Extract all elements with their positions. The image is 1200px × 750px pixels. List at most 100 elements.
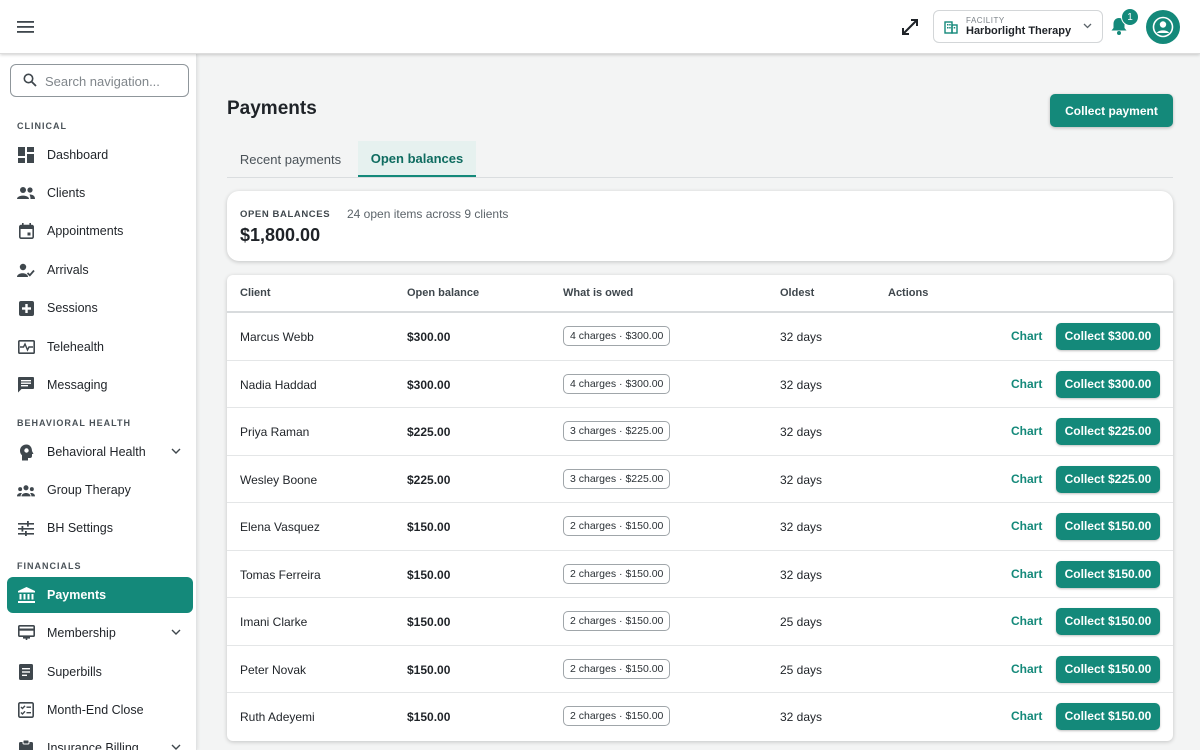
- bank-icon: [17, 586, 35, 604]
- client-name: Ruth Adeyemi: [240, 710, 315, 724]
- people-icon: [17, 184, 35, 202]
- collect-button[interactable]: Collect $150.00: [1056, 703, 1160, 730]
- monitor-pulse-icon: [17, 338, 35, 356]
- sidebar-item-label: Payments: [47, 588, 107, 602]
- chart-link[interactable]: Chart: [1011, 424, 1042, 438]
- search-input[interactable]: [45, 71, 183, 91]
- open-balance: $225.00: [407, 472, 451, 487]
- chevron-down-icon: [171, 448, 181, 454]
- sidebar-item-bh-settings[interactable]: BH Settings: [7, 510, 193, 546]
- sidebar-item-insurance-billing[interactable]: Insurance Billing: [7, 730, 193, 750]
- group-icon: [17, 481, 35, 499]
- collect-button[interactable]: Collect $150.00: [1056, 560, 1160, 588]
- facility-selector[interactable]: FACILITY Harborlight Therapy: [933, 10, 1103, 43]
- open-balance: $225.00: [407, 425, 451, 439]
- summary-amount: $1,800.00: [240, 225, 321, 245]
- sidebar-item-behavioral-health[interactable]: Behavioral Health: [7, 434, 193, 470]
- client-name: Peter Novak: [240, 662, 307, 677]
- chevron-down-icon: [171, 744, 181, 750]
- chart-link[interactable]: Chart: [1011, 614, 1042, 628]
- chart-link[interactable]: Chart: [1011, 662, 1042, 676]
- page-title: Payments: [227, 98, 317, 119]
- sidebar-item-label: Telehealth: [47, 340, 104, 354]
- tab-bar: Recent payments Open balances: [227, 141, 1173, 178]
- chart-link[interactable]: Chart: [1011, 472, 1042, 486]
- clipboard-icon: [17, 739, 35, 750]
- calendar-icon: [17, 222, 35, 240]
- collect-button[interactable]: Collect $300.00: [1056, 370, 1160, 398]
- sidebar-item-membership[interactable]: Membership: [7, 615, 193, 651]
- chart-link[interactable]: Chart: [1011, 329, 1042, 343]
- sidebar-item-label: Clients: [47, 186, 86, 200]
- collect-button[interactable]: Collect $150.00: [1056, 608, 1160, 635]
- document-icon: [17, 663, 35, 681]
- open-balance: $300.00: [407, 330, 451, 344]
- sidebar-item-payments[interactable]: Payments: [7, 577, 193, 613]
- client-name: Wesley Boone: [240, 472, 318, 487]
- navigation-search[interactable]: [10, 64, 189, 97]
- client-name: Elena Vasquez: [240, 520, 320, 534]
- client-name: Imani Clarke: [240, 615, 308, 629]
- chart-link[interactable]: Chart: [1011, 709, 1042, 723]
- sidebar-item-label: Membership: [47, 626, 116, 640]
- sidebar-item-group-therapy[interactable]: Group Therapy: [7, 472, 193, 508]
- tab-open-balances[interactable]: Open balances: [358, 141, 476, 177]
- user-avatar[interactable]: [1146, 10, 1180, 44]
- sidebar-item-dashboard[interactable]: Dashboard: [7, 137, 193, 173]
- sidebar-item-telehealth[interactable]: Telehealth: [7, 329, 193, 365]
- charges-chip: 4 charges · $300.00: [563, 326, 671, 346]
- collect-button[interactable]: Collect $150.00: [1056, 655, 1160, 683]
- collect-payment-button[interactable]: Collect payment: [1050, 94, 1173, 127]
- section-label-financials: FINANCIALS: [17, 561, 82, 571]
- charges-chip: 2 charges · $150.00: [563, 563, 671, 584]
- chevron-down-icon: [171, 629, 181, 635]
- table-row: Elena Vasquez $150.00 2 charges · $150.0…: [227, 503, 1173, 551]
- sidebar-item-sessions[interactable]: Sessions: [7, 290, 193, 326]
- charges-chip: 3 charges · $225.00: [563, 421, 671, 441]
- open-balance: $150.00: [407, 615, 451, 629]
- sidebar-item-appointments[interactable]: Appointments: [7, 213, 193, 249]
- collect-button[interactable]: Collect $225.00: [1056, 418, 1160, 445]
- column-header-actions: Actions: [888, 287, 929, 299]
- oldest-age: 32 days: [780, 425, 823, 439]
- charges-chip: 4 charges · $300.00: [563, 373, 671, 394]
- collect-button[interactable]: Collect $150.00: [1056, 513, 1160, 540]
- sidebar-item-superbills[interactable]: Superbills: [7, 654, 193, 690]
- table-header: Client Open balance What is owed Oldest …: [227, 275, 1173, 313]
- hamburger-menu-button[interactable]: [14, 15, 38, 39]
- sidebar-item-month-end-close[interactable]: Month-End Close: [7, 692, 193, 728]
- tab-recent-payments[interactable]: Recent payments: [227, 141, 354, 177]
- search-icon: [23, 73, 37, 87]
- chart-link[interactable]: Chart: [1011, 377, 1042, 391]
- sidebar-item-label: Messaging: [47, 378, 108, 392]
- notification-count-badge: 1: [1121, 8, 1139, 26]
- open-balance: $150.00: [407, 662, 451, 677]
- sidebar-item-label: Arrivals: [47, 263, 89, 277]
- chart-link[interactable]: Chart: [1011, 519, 1042, 533]
- oldest-age: 32 days: [780, 567, 823, 582]
- sidebar-item-arrivals[interactable]: Arrivals: [7, 252, 193, 288]
- oldest-age: 32 days: [780, 330, 823, 344]
- sidebar-item-label: Dashboard: [47, 148, 109, 162]
- open-balance: $300.00: [407, 377, 451, 392]
- collect-button[interactable]: Collect $225.00: [1056, 465, 1160, 493]
- sidebar-item-label: Superbills: [47, 665, 102, 679]
- collect-button[interactable]: Collect $300.00: [1056, 323, 1160, 350]
- building-icon: [944, 21, 958, 34]
- section-label-clinical: CLINICAL: [17, 121, 67, 131]
- table-row: Priya Raman $225.00 3 charges · $225.00 …: [227, 408, 1173, 456]
- oldest-age: 25 days: [780, 615, 823, 629]
- column-header-what-is-owed: What is owed: [563, 287, 634, 299]
- open-balances-table: Client Open balance What is owed Oldest …: [227, 275, 1173, 741]
- chart-link[interactable]: Chart: [1011, 567, 1042, 581]
- sidebar-item-label: Appointments: [47, 224, 124, 238]
- summary-description: 24 open items across 9 clients: [347, 207, 509, 221]
- charges-chip: 2 charges · $150.00: [563, 706, 671, 726]
- fullscreen-button[interactable]: [898, 15, 922, 39]
- sidebar-item-label: Sessions: [47, 301, 98, 315]
- sidebar-item-messaging[interactable]: Messaging: [7, 367, 193, 403]
- top-bar: FACILITY Harborlight Therapy 1: [0, 0, 1200, 54]
- table-row: Ruth Adeyemi $150.00 2 charges · $150.00…: [227, 693, 1173, 741]
- hamburger-icon: [17, 21, 34, 33]
- sidebar-item-clients[interactable]: Clients: [7, 175, 193, 211]
